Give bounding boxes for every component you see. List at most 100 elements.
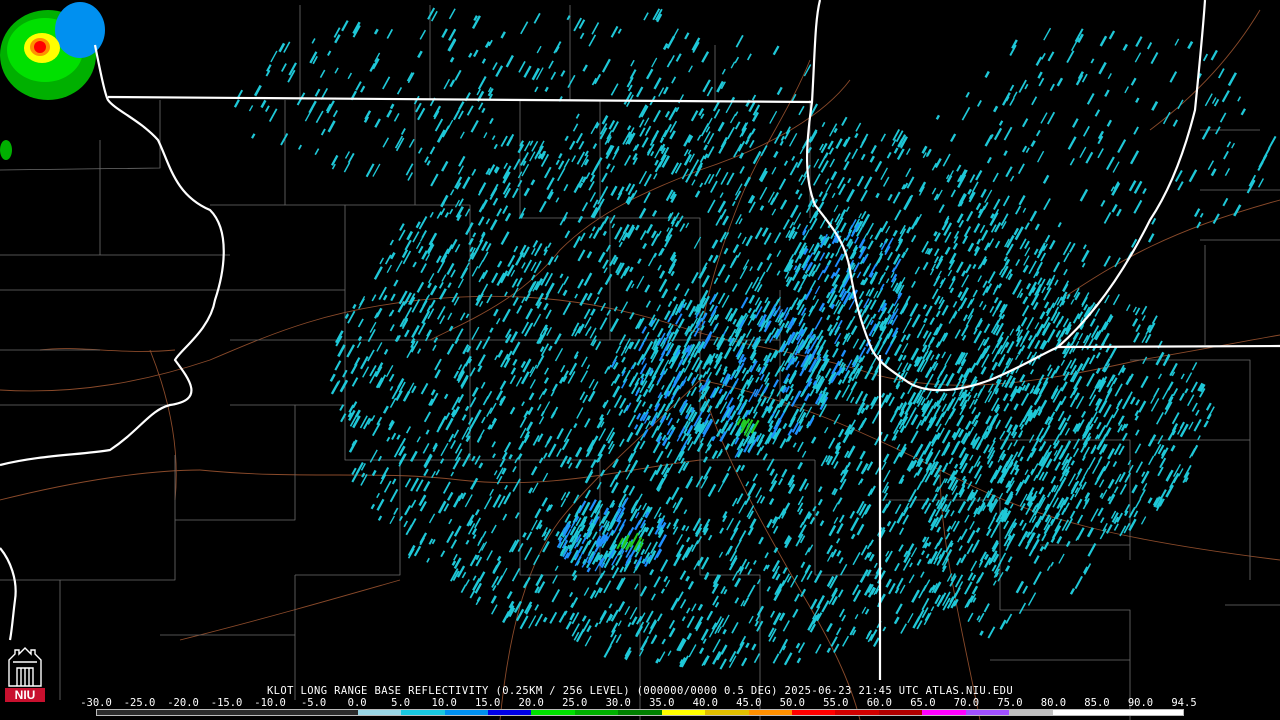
echo-streak (592, 143, 598, 150)
echo-streak (1017, 348, 1023, 355)
echo-streak (1018, 432, 1023, 438)
echo-streak (1024, 543, 1030, 550)
echo-streak (1129, 150, 1140, 165)
echo-streak (808, 243, 815, 254)
echo-streak (450, 439, 457, 450)
echo-streak (590, 164, 599, 176)
echo-streak (802, 235, 807, 241)
echo-streak (1005, 546, 1009, 551)
echo-streak (868, 287, 875, 297)
echo-streak (971, 181, 979, 193)
echo-streak (1027, 334, 1033, 341)
echo-streak (532, 239, 539, 248)
echo-streak (982, 443, 990, 454)
echo-streak (1079, 188, 1089, 202)
echo-streak (383, 480, 392, 493)
echo-streak (1019, 456, 1024, 462)
echo-streak (766, 253, 772, 261)
echo-streak (416, 281, 425, 293)
echo-streak (410, 499, 417, 509)
echo-streak (572, 235, 581, 249)
echo-streak (583, 308, 591, 320)
echo-streak (627, 414, 636, 428)
echo-streak (766, 518, 773, 529)
echo-streak (665, 579, 671, 588)
echo-streak (371, 422, 381, 437)
echo-streak (427, 273, 435, 284)
echo-streak (519, 615, 529, 630)
echo-streak (888, 396, 895, 407)
echo-streak (401, 249, 409, 259)
echo-streak (233, 99, 240, 108)
echo-streak (977, 275, 983, 283)
echo-streak (1177, 99, 1184, 110)
echo-streak (783, 160, 789, 166)
echo-streak (396, 87, 403, 95)
echo-streak (837, 428, 845, 438)
echo-streak (672, 28, 679, 38)
echo-streak (1018, 602, 1027, 615)
echo-streak (1024, 469, 1029, 476)
echo-streak (511, 187, 519, 199)
echo-streak (639, 230, 647, 241)
echo-streak (952, 242, 959, 250)
echo-streak (882, 469, 891, 483)
echo-streak (587, 539, 592, 546)
storm-echo (0, 140, 12, 160)
echo-streak (1151, 100, 1159, 111)
echo-streak (610, 185, 618, 197)
echo-streak (389, 515, 395, 525)
echo-streak (825, 291, 832, 299)
echo-streak (347, 310, 356, 324)
echo-streak (817, 486, 823, 493)
echo-streak (681, 524, 686, 531)
echo-streak (768, 498, 775, 506)
echo-streak (984, 134, 993, 147)
echo-streak (779, 199, 788, 210)
echo-streak (723, 588, 728, 595)
echo-streak (722, 215, 730, 226)
echo-streak (530, 247, 536, 255)
highway-line (179, 579, 401, 641)
echo-streak (559, 455, 569, 468)
echo-streak (477, 75, 487, 90)
echo-streak (493, 143, 498, 150)
echo-streak (486, 550, 493, 561)
echo-streak (725, 100, 734, 114)
echo-streak (327, 120, 336, 133)
echo-streak (460, 584, 467, 594)
echo-streak (679, 570, 687, 581)
echo-streak (759, 205, 765, 211)
echo-streak (752, 473, 759, 482)
echo-streak (1133, 199, 1143, 214)
echo-streak (388, 373, 395, 382)
echo-streak (545, 309, 552, 320)
echo-streak (999, 619, 1007, 630)
echo-streak (1001, 314, 1006, 320)
echo-streak (1096, 421, 1102, 430)
echo-streak (860, 210, 867, 220)
echo-streak (706, 146, 715, 159)
echo-streak (568, 140, 576, 151)
echo-streak (1001, 430, 1006, 437)
echo-streak (886, 151, 892, 159)
echo-streak (935, 341, 941, 348)
echo-streak (987, 238, 995, 248)
echo-streak (404, 239, 412, 251)
echo-streak (972, 289, 978, 298)
echo-streak (455, 328, 464, 341)
echo-streak (584, 489, 591, 499)
echo-streak (601, 114, 609, 125)
colorbar-segment (835, 710, 879, 715)
echo-streak (657, 370, 666, 384)
echo-streak (797, 286, 803, 293)
echo-streak (804, 482, 810, 490)
echo-streak (512, 297, 519, 307)
echo-streak (647, 526, 655, 537)
echo-streak (471, 265, 479, 277)
echo-streak (700, 437, 704, 444)
colorbar-segment (705, 710, 749, 715)
echo-streak (1112, 293, 1120, 306)
echo-streak (852, 552, 861, 566)
echo-streak (557, 160, 565, 170)
